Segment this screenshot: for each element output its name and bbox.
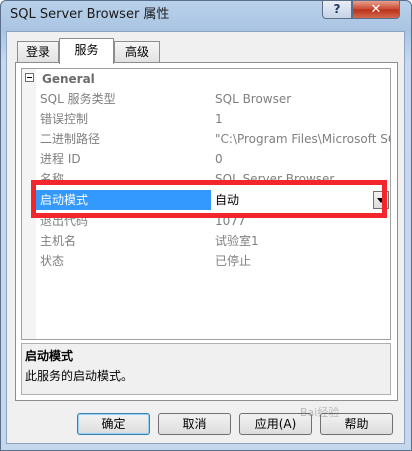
- property-row[interactable]: 状态 已停止: [22, 251, 390, 271]
- grid-gutter: [22, 149, 36, 169]
- property-row[interactable]: 主机名 试验室1: [22, 231, 390, 251]
- grid-gutter: [22, 271, 36, 339]
- grid-gutter: [22, 251, 36, 271]
- grid-gutter: [22, 129, 36, 149]
- close-button[interactable]: ✕: [352, 0, 400, 19]
- watermark: Bai经验: [300, 406, 340, 419]
- property-value: 试验室1: [215, 234, 259, 248]
- property-label: SQL 服务类型: [40, 92, 116, 106]
- tab-service[interactable]: 服务: [59, 38, 114, 64]
- property-label: 主机名: [40, 234, 77, 248]
- ok-button[interactable]: 确定: [77, 413, 150, 435]
- property-row[interactable]: 进程 ID 0: [22, 149, 390, 169]
- highlight-box: [31, 180, 387, 218]
- property-row[interactable]: 二进制路径 "C:\Program Files\Microsoft SQL: [22, 129, 390, 149]
- help-caption-button[interactable]: ?: [322, 0, 352, 19]
- property-value: 已停止: [215, 254, 252, 268]
- window-title: SQL Server Browser 属性: [10, 7, 170, 22]
- property-label: 状态: [40, 254, 65, 268]
- category-row-general[interactable]: General: [22, 69, 390, 89]
- property-value: "C:\Program Files\Microsoft SQL: [215, 132, 391, 146]
- property-row[interactable]: SQL 服务类型 SQL Browser: [22, 89, 390, 109]
- property-label: 进程 ID: [40, 152, 81, 166]
- grid-gutter: [22, 231, 36, 251]
- cancel-button[interactable]: 取消: [158, 413, 231, 435]
- grid-gutter: [22, 109, 36, 129]
- property-value: 1: [215, 112, 223, 126]
- collapse-icon[interactable]: [25, 73, 34, 82]
- grid-gutter: [22, 89, 36, 109]
- description-text: 此服务的启动模式。: [25, 369, 134, 383]
- tab-login[interactable]: 登录: [17, 41, 59, 62]
- description-title: 启动模式: [25, 349, 74, 363]
- property-label: 二进制路径: [40, 132, 101, 146]
- category-label: General: [42, 72, 95, 86]
- property-row[interactable]: 错误控制 1: [22, 109, 390, 129]
- property-value: SQL Browser: [215, 92, 292, 106]
- property-label: 错误控制: [40, 112, 89, 126]
- description-panel: 启动模式 此服务的启动模式。: [21, 343, 391, 395]
- property-value: 0: [215, 152, 223, 166]
- tab-advanced[interactable]: 高级: [114, 41, 160, 62]
